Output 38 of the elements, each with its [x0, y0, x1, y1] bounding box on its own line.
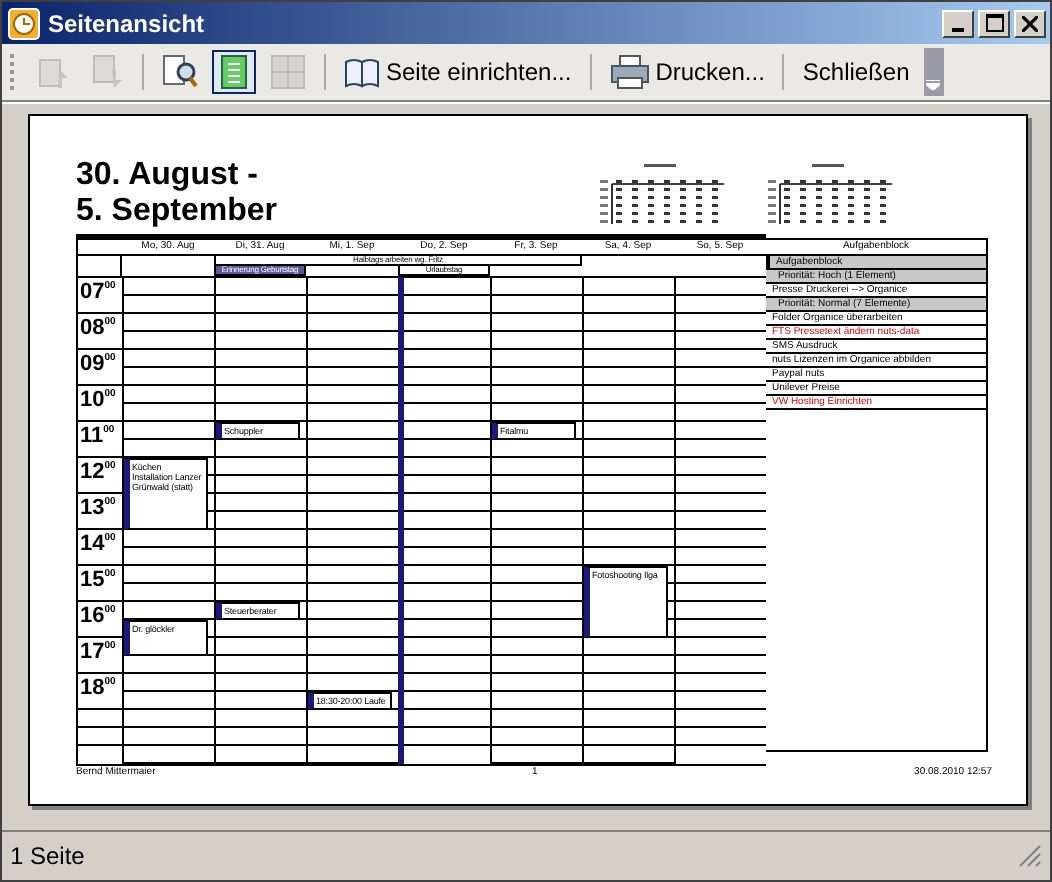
multi-page-icon — [270, 54, 306, 90]
hour-label: 08$^{00}$ — [78, 314, 122, 350]
hour-label: 09$^{00}$ — [78, 350, 122, 386]
mini-calendar-drawing — [764, 164, 896, 228]
hour-label: 12$^{00}$ — [78, 458, 122, 494]
close-icon — [1022, 15, 1038, 31]
maximize-button[interactable] — [978, 9, 1010, 37]
overflow-button[interactable] — [923, 48, 944, 96]
hour-label: 07$^{00}$ — [78, 278, 122, 314]
window-title: Seitenansicht — [48, 9, 205, 37]
printer-icon — [609, 54, 650, 90]
hour-label: 14$^{00}$ — [78, 530, 122, 566]
clock-icon — [8, 7, 40, 39]
minimize-icon — [952, 27, 964, 31]
close-button[interactable] — [1014, 9, 1046, 37]
resize-grip-icon — [1018, 844, 1042, 868]
hour-label: 10$^{00}$ — [78, 386, 122, 422]
page-up-icon — [38, 54, 70, 90]
status-text: 1 Seite — [10, 842, 85, 870]
hour-label: 13$^{00}$ — [78, 494, 122, 530]
mini-calendar-drawing — [596, 164, 728, 228]
maximize-icon — [985, 14, 1003, 32]
one-page-icon — [220, 54, 248, 90]
hour-label: 17$^{00}$ — [78, 638, 122, 674]
hour-label: 15$^{00}$ — [78, 566, 122, 602]
magnifier-icon — [162, 54, 198, 90]
hour-label: 11$^{00}$ — [78, 422, 122, 458]
toolbar-button[interactable]: Schließen — [794, 50, 918, 94]
week-title: 30. August - 5. September — [76, 158, 277, 230]
toolbar-icon-button[interactable] — [212, 50, 256, 94]
toolbar-button[interactable]: Seite einrichten... — [336, 50, 580, 94]
hour-label: 18$^{00}$ — [78, 674, 122, 710]
chevron-down-icon — [926, 80, 941, 90]
minimize-button[interactable] — [942, 9, 974, 37]
toolbar-button[interactable]: Drucken... — [601, 50, 773, 94]
book-icon — [344, 56, 380, 88]
hour-label: 16$^{00}$ — [78, 602, 122, 638]
page-down-icon — [92, 54, 124, 90]
